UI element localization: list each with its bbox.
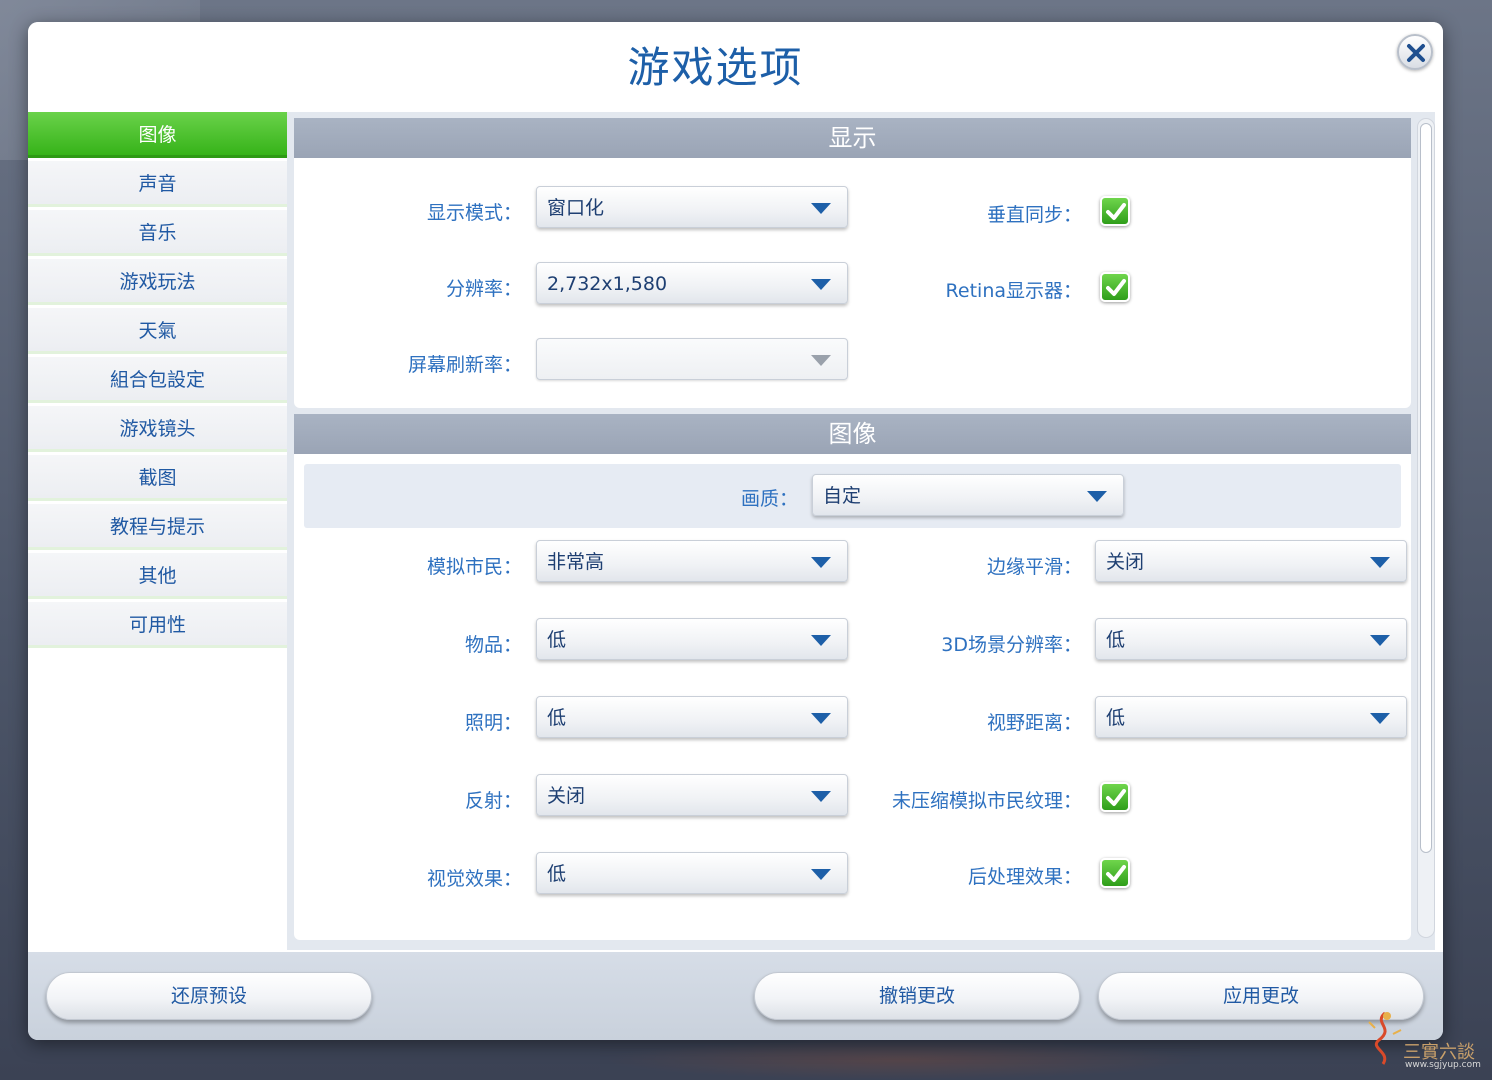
vsync-label: 垂直同步：: [986, 204, 1082, 226]
sidebar-item-pack-settings[interactable]: 組合包設定: [28, 357, 287, 403]
watermark: 三實六談 www.sgjyup.com: [1365, 1008, 1489, 1074]
visual-effects-dropdown[interactable]: 低: [536, 852, 848, 894]
display-mode-label: 显示模式：: [426, 202, 522, 224]
display-section-header: 显示: [294, 118, 1411, 158]
close-button[interactable]: [1397, 34, 1433, 70]
chevron-down-icon: [1087, 491, 1107, 502]
resolution-label: 分辨率：: [445, 278, 522, 300]
dialog-title: 游戏选项: [627, 43, 804, 92]
resolution-value: 2,732x1,580: [547, 273, 668, 295]
chevron-down-icon: [811, 355, 831, 366]
quality-value: 自定: [823, 485, 862, 507]
chevron-down-icon: [811, 203, 831, 214]
scene-resolution-label: 3D场景分辨率：: [941, 634, 1082, 656]
dialog-footer: 还原预设 撤销更改 应用更改: [28, 952, 1443, 1040]
game-options-dialog: 游戏选项 图像 声音 音乐 游戏玩法 天氣 組合包設定 游戏镜头 截图 教程与提…: [28, 22, 1443, 1040]
sidebar-item-graphics[interactable]: 图像: [28, 112, 287, 158]
checkmark-icon: [1106, 789, 1126, 806]
chevron-down-icon: [811, 635, 831, 646]
edge-smoothing-label: 边缘平滑：: [986, 556, 1082, 578]
edge-smoothing-dropdown[interactable]: 关闭: [1095, 540, 1407, 582]
graphics-section-header: 图像: [294, 414, 1411, 454]
sidebar: 图像 声音 音乐 游戏玩法 天氣 組合包設定 游戏镜头 截图 教程与提示 其他 …: [28, 112, 287, 952]
quality-row: 画质： 自定: [304, 464, 1401, 528]
quality-label: 画质：: [740, 488, 798, 510]
visual-effects-label: 视觉效果：: [426, 868, 522, 890]
chevron-down-icon: [811, 557, 831, 568]
background-bottom: [600, 1040, 1200, 1080]
restore-defaults-button[interactable]: 还原预设: [46, 972, 372, 1020]
close-icon: [1407, 44, 1425, 62]
sidebar-item-other[interactable]: 其他: [28, 553, 287, 599]
view-distance-label: 视野距离：: [986, 712, 1082, 734]
scene-resolution-dropdown[interactable]: 低: [1095, 618, 1407, 660]
sidebar-item-camera[interactable]: 游戏镜头: [28, 406, 287, 452]
uncompressed-textures-checkbox[interactable]: [1100, 782, 1130, 812]
quality-dropdown[interactable]: 自定: [812, 474, 1124, 516]
watermark-url: www.sgjyup.com: [1405, 1060, 1481, 1070]
sidebar-item-weather[interactable]: 天氣: [28, 308, 287, 354]
lighting-label: 照明：: [464, 712, 522, 734]
chevron-down-icon: [811, 869, 831, 880]
settings-scrollbar[interactable]: [1417, 118, 1435, 938]
sidebar-item-tutorials[interactable]: 教程与提示: [28, 504, 287, 550]
uncompressed-textures-label: 未压缩模拟市民纹理：: [891, 790, 1082, 812]
display-mode-dropdown[interactable]: 窗口化: [536, 186, 848, 228]
lighting-dropdown[interactable]: 低: [536, 696, 848, 738]
vsync-checkbox[interactable]: [1100, 196, 1130, 226]
dragon-logo-icon: [1368, 1011, 1402, 1065]
view-distance-value: 低: [1106, 707, 1126, 729]
post-processing-checkbox[interactable]: [1100, 858, 1130, 888]
sims-dropdown[interactable]: 非常高: [536, 540, 848, 582]
objects-dropdown[interactable]: 低: [536, 618, 848, 660]
visual-effects-value: 低: [547, 863, 567, 885]
chevron-down-icon: [1370, 635, 1390, 646]
refresh-rate-label: 屏幕刷新率：: [407, 354, 522, 376]
dialog-header: 游戏选项: [28, 22, 1443, 114]
scene-resolution-value: 低: [1106, 629, 1126, 651]
objects-value: 低: [547, 629, 567, 651]
sidebar-item-gameplay[interactable]: 游戏玩法: [28, 259, 287, 305]
edge-smoothing-value: 关闭: [1106, 551, 1145, 573]
sims-value: 非常高: [547, 551, 605, 573]
cancel-changes-button[interactable]: 撤销更改: [754, 972, 1080, 1020]
sidebar-item-screenshots[interactable]: 截图: [28, 455, 287, 501]
checkmark-icon: [1106, 279, 1126, 296]
chevron-down-icon: [1370, 557, 1390, 568]
post-processing-label: 后处理效果：: [967, 866, 1082, 888]
resolution-dropdown[interactable]: 2,732x1,580: [536, 262, 848, 304]
refresh-rate-dropdown[interactable]: [536, 338, 848, 380]
sidebar-item-accessibility[interactable]: 可用性: [28, 602, 287, 648]
reflections-value: 关闭: [547, 785, 586, 807]
retina-checkbox[interactable]: [1100, 272, 1130, 302]
sims-label: 模拟市民：: [426, 556, 522, 578]
reflections-label: 反射：: [464, 790, 522, 812]
checkmark-icon: [1106, 865, 1126, 882]
content-area: 图像 声音 音乐 游戏玩法 天氣 組合包設定 游戏镜头 截图 教程与提示 其他 …: [28, 112, 1443, 952]
retina-label: Retina显示器：: [945, 280, 1082, 302]
display-section: 显示 显示模式： 窗口化 分辨率： 2,732x1,580 屏幕刷新率： 垂直同…: [294, 118, 1411, 408]
display-mode-value: 窗口化: [547, 197, 605, 219]
lighting-value: 低: [547, 707, 567, 729]
scrollbar-thumb[interactable]: [1420, 123, 1432, 853]
sidebar-item-music[interactable]: 音乐: [28, 210, 287, 256]
chevron-down-icon: [811, 279, 831, 290]
chevron-down-icon: [1370, 713, 1390, 724]
checkmark-icon: [1106, 203, 1126, 220]
objects-label: 物品：: [464, 634, 522, 656]
sidebar-item-sound[interactable]: 声音: [28, 161, 287, 207]
graphics-section: 图像 画质： 自定 模拟市民： 非常高 物品： 低 照明： 低 反射： 关闭 视…: [294, 414, 1411, 940]
view-distance-dropdown[interactable]: 低: [1095, 696, 1407, 738]
settings-panel: 显示 显示模式： 窗口化 分辨率： 2,732x1,580 屏幕刷新率： 垂直同…: [287, 112, 1435, 950]
chevron-down-icon: [811, 713, 831, 724]
